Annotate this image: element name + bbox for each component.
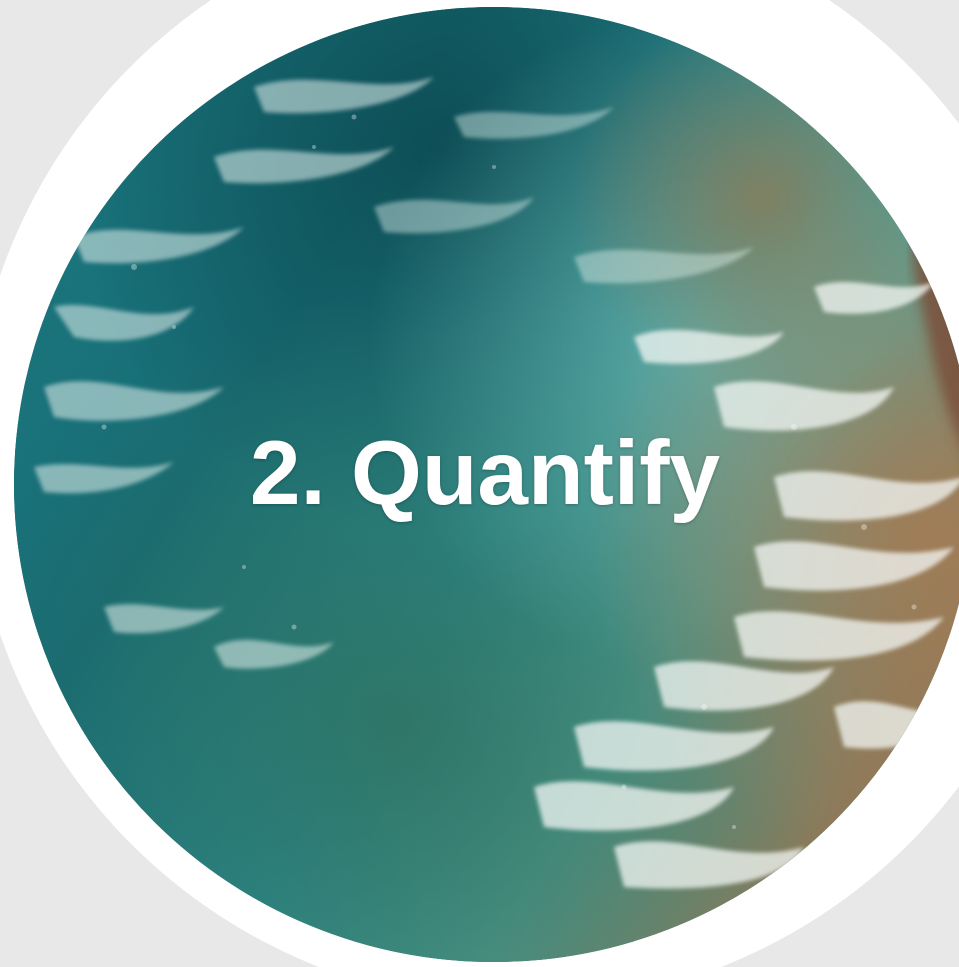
step-title: 2. Quantify	[249, 423, 721, 524]
slide-canvas: 2. Quantify	[0, 0, 959, 967]
